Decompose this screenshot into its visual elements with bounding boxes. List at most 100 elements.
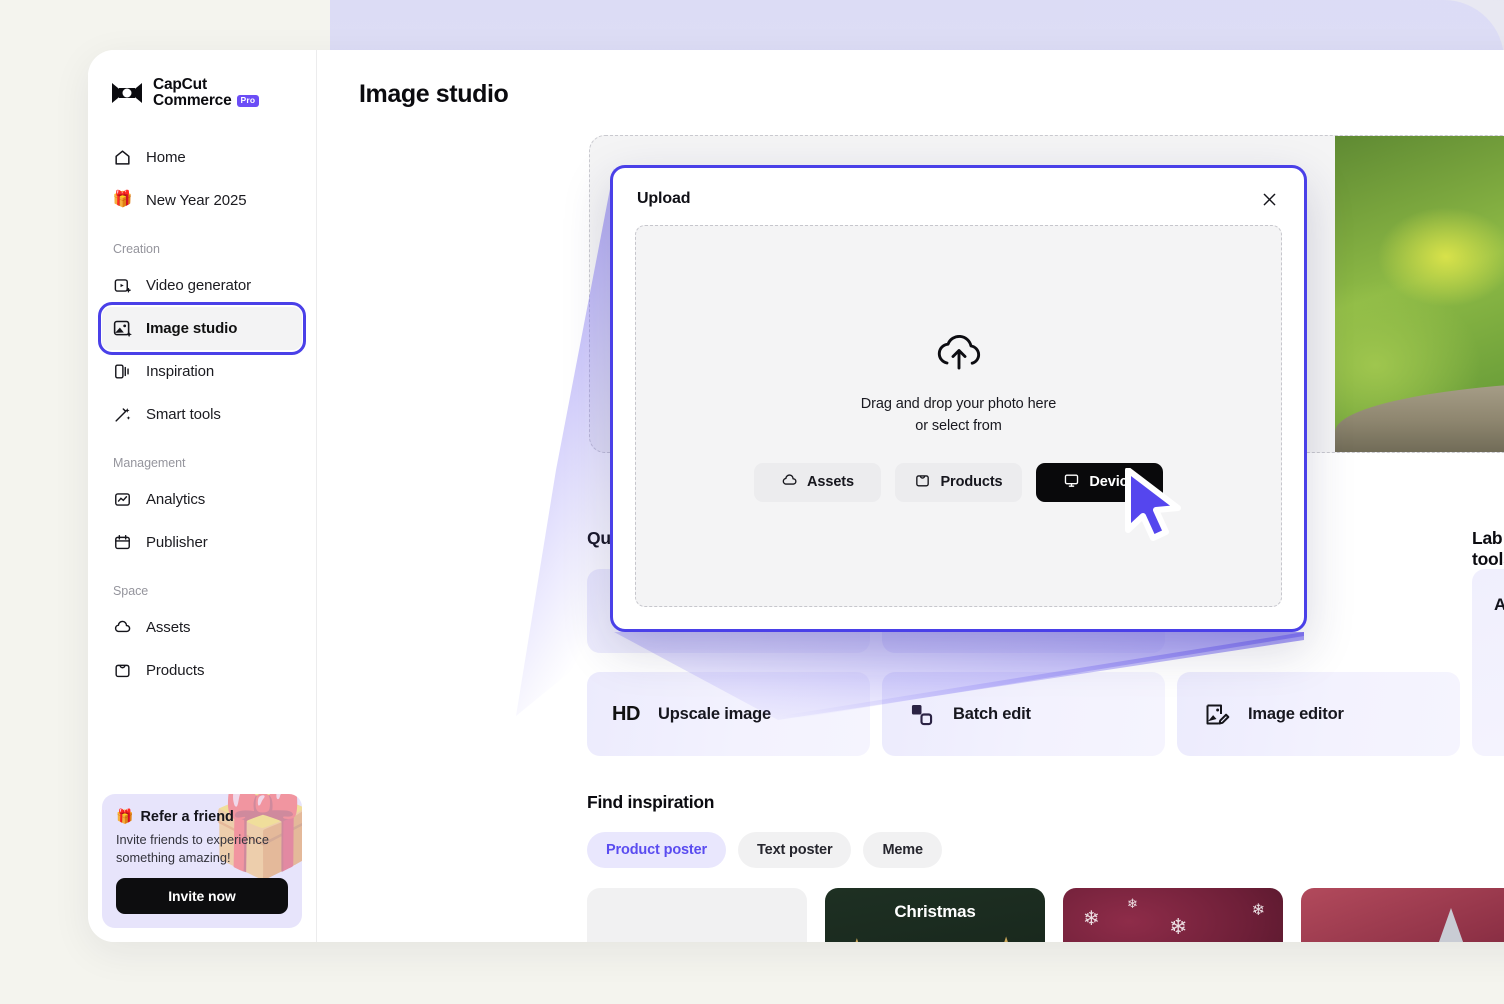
snowflake-icon: ❄ xyxy=(1169,914,1187,940)
sidebar: CapCut Commerce Pro Home xyxy=(88,50,317,942)
assets-button-label: Assets xyxy=(807,474,854,490)
sidebar-item-analytics-label: Analytics xyxy=(146,491,205,508)
dropzone-text: Drag and drop your photo here or select … xyxy=(861,394,1056,436)
sidebar-item-home-label: Home xyxy=(146,149,186,166)
products-button-label: Products xyxy=(940,474,1002,490)
tool-card-image-editor[interactable]: Image editor xyxy=(1177,672,1460,756)
close-icon[interactable] xyxy=(1256,186,1282,212)
calendar-icon xyxy=(112,532,133,553)
batch-edit-icon xyxy=(906,699,936,729)
tool-card-batch-edit-label: Batch edit xyxy=(953,705,1031,724)
cloud-icon xyxy=(112,617,133,638)
tool-card-upscale-image[interactable]: HD Upscale image xyxy=(587,672,870,756)
cloud-icon xyxy=(781,472,798,493)
inspiration-card-snowflakes[interactable]: ❄ ❄ ❄ ❄ ❄ ❄ ❄ xyxy=(1063,888,1283,942)
inspiration-card-christmas[interactable]: Christmas ★ ★ ★ ★ ★ xyxy=(825,888,1045,942)
refer-gift-icon: 🎁 xyxy=(116,808,133,825)
rock xyxy=(1335,380,1504,453)
sidebar-item-products[interactable]: Products xyxy=(102,649,302,692)
chip-meme[interactable]: Meme xyxy=(863,832,942,868)
sidebar-item-new-year[interactable]: 🎁 New Year 2025 xyxy=(102,179,302,222)
sidebar-item-image-studio-label: Image studio xyxy=(146,320,237,337)
inspiration-icon xyxy=(112,361,133,382)
page-title: Image studio xyxy=(317,50,1504,109)
lab-card-any-poster-label: Any poster xyxy=(1494,595,1504,615)
inspiration-card-gift-tree[interactable] xyxy=(1301,888,1504,942)
silver-tree xyxy=(1417,908,1485,942)
sidebar-item-assets[interactable]: Assets xyxy=(102,606,302,649)
modal-dropzone[interactable]: Drag and drop your photo here or select … xyxy=(635,225,1282,607)
chip-product-poster[interactable]: Product poster xyxy=(587,832,726,868)
modal-title: Upload xyxy=(637,190,690,208)
tool-card-image-editor-label: Image editor xyxy=(1248,705,1344,724)
dropzone-line-2: or select from xyxy=(861,416,1056,437)
image-studio-icon xyxy=(112,318,133,339)
sidebar-section-management: Management xyxy=(88,436,316,478)
invite-now-button[interactable]: Invite now xyxy=(116,878,288,914)
star-icon: ★ xyxy=(847,934,867,942)
snowflake-icon: ❄ xyxy=(1252,900,1265,920)
sidebar-section-creation: Creation xyxy=(88,222,316,264)
sidebar-item-publisher[interactable]: Publisher xyxy=(102,521,302,564)
screenshot-stage: CapCut Commerce Pro Home xyxy=(0,0,1504,1004)
lab-card-any-poster[interactable]: Any poster xyxy=(1472,569,1504,756)
sidebar-item-smart-tools-label: Smart tools xyxy=(146,406,221,423)
tool-card-upscale-image-label: Upscale image xyxy=(658,705,771,724)
sidebar-item-video-generator[interactable]: Video generator xyxy=(102,264,302,307)
assets-button[interactable]: Assets xyxy=(754,463,881,502)
snowflake-icon: ❄ xyxy=(1083,906,1100,931)
brand-text: CapCut Commerce Pro xyxy=(153,77,259,110)
find-inspiration-heading: Find inspiration xyxy=(587,792,714,813)
gift-emoji-icon: 🎁 xyxy=(112,190,133,211)
capcut-logo-icon xyxy=(110,80,144,106)
sidebar-item-analytics[interactable]: Analytics xyxy=(102,478,302,521)
tool-card-batch-edit[interactable]: Batch edit xyxy=(882,672,1165,756)
brand-logo[interactable]: CapCut Commerce Pro xyxy=(88,50,316,110)
pro-badge: Pro xyxy=(237,95,260,107)
find-inspiration-heading-text: Find inspiration xyxy=(587,792,714,813)
bag-icon xyxy=(112,660,133,681)
brand-line-2-text: Commerce xyxy=(153,93,232,109)
sidebar-item-image-studio[interactable]: Image studio xyxy=(102,307,302,350)
lab-tools-heading: Lab tools Beta xyxy=(1472,528,1504,570)
bag-icon xyxy=(914,472,931,493)
device-button-label: Device xyxy=(1089,474,1135,490)
dropzone-line-1: Drag and drop your photo here xyxy=(861,394,1056,415)
products-button[interactable]: Products xyxy=(895,463,1022,502)
brand-line-2: Commerce Pro xyxy=(153,93,259,109)
device-button[interactable]: Device xyxy=(1036,463,1163,502)
video-generator-icon xyxy=(112,275,133,296)
inspiration-filter-chips: Product poster Text poster Meme xyxy=(587,832,942,868)
upload-modal: Upload Drag and drop your photo here or … xyxy=(610,165,1307,632)
sidebar-item-inspiration[interactable]: Inspiration xyxy=(102,350,302,393)
sidebar-section-space: Space xyxy=(88,564,316,606)
sidebar-item-smart-tools[interactable]: Smart tools xyxy=(102,393,302,436)
refer-title: 🎁 Refer a friend xyxy=(116,808,288,825)
refer-description: Invite friends to experience something a… xyxy=(116,831,288,866)
sidebar-item-new-year-label: New Year 2025 xyxy=(146,192,246,209)
magic-wand-icon xyxy=(112,404,133,425)
sidebar-item-products-label: Products xyxy=(146,662,204,679)
star-icon: ★ xyxy=(997,932,1015,942)
monitor-icon xyxy=(1063,472,1080,493)
cloud-upload-icon xyxy=(932,330,986,379)
analytics-icon xyxy=(112,489,133,510)
lab-tools-heading-text: Lab tools xyxy=(1472,528,1504,570)
modal-header: Upload xyxy=(613,168,1304,230)
hd-icon: HD xyxy=(611,699,641,729)
chip-text-poster[interactable]: Text poster xyxy=(738,832,851,868)
refer-a-friend-card: 🎁 🎁 Refer a friend Invite friends to exp… xyxy=(102,794,302,928)
sidebar-item-video-generator-label: Video generator xyxy=(146,277,251,294)
image-edit-icon xyxy=(1201,699,1231,729)
product-photo xyxy=(1335,136,1504,453)
inspiration-card-upload[interactable] xyxy=(587,888,807,942)
brand-line-1: CapCut xyxy=(153,77,259,93)
sidebar-item-inspiration-label: Inspiration xyxy=(146,363,214,380)
sidebar-item-home[interactable]: Home xyxy=(102,136,302,179)
refer-title-text: Refer a friend xyxy=(140,809,233,825)
sidebar-item-publisher-label: Publisher xyxy=(146,534,208,551)
dropzone-buttons: Assets Products xyxy=(754,463,1163,502)
snowflake-icon: ❄ xyxy=(1127,896,1138,912)
sidebar-item-assets-label: Assets xyxy=(146,619,190,636)
home-icon xyxy=(112,147,133,168)
